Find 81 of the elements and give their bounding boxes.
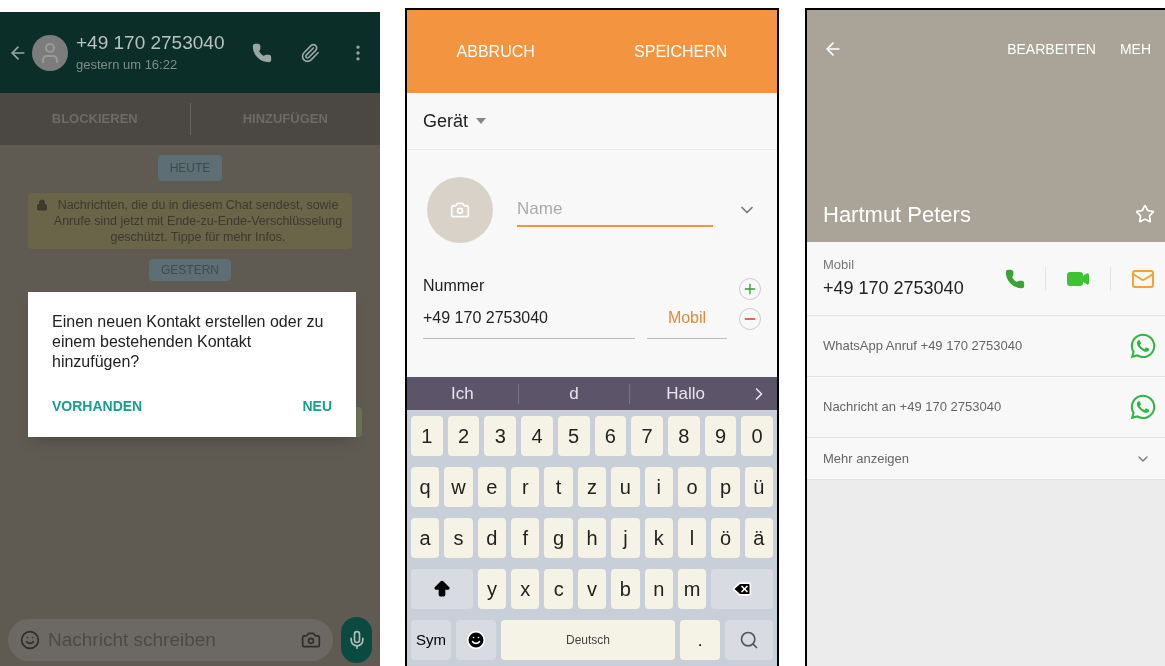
- key[interactable]: x: [511, 569, 540, 610]
- space-key[interactable]: Deutsch: [501, 620, 675, 661]
- emoji-icon[interactable]: [20, 630, 40, 650]
- detail-row[interactable]: Nachricht an +49 170 2753040: [807, 377, 1165, 438]
- shift-icon: [431, 579, 452, 600]
- key[interactable]: h: [577, 517, 607, 558]
- dialog-message: Einen neuen Kontakt erstellen oder zu einem bestehenden Kontakt hinzufügen?: [52, 312, 325, 372]
- key[interactable]: g: [544, 517, 573, 558]
- search-key[interactable]: [725, 620, 773, 661]
- key[interactable]: ü: [744, 466, 773, 507]
- key[interactable]: 6: [594, 415, 627, 456]
- camera-icon[interactable]: [301, 630, 321, 650]
- key[interactable]: e: [477, 466, 507, 507]
- star-icon[interactable]: [1135, 204, 1155, 224]
- key[interactable]: 3: [484, 415, 517, 456]
- key[interactable]: 2: [447, 415, 480, 456]
- contact-number: +49 170 2753040: [76, 30, 226, 55]
- key[interactable]: 9: [704, 415, 737, 456]
- lock-icon: [36, 199, 48, 211]
- key[interactable]: n: [644, 569, 673, 610]
- caret-icon: [476, 118, 487, 124]
- key[interactable]: q: [411, 466, 440, 507]
- shift-key[interactable]: [411, 569, 473, 610]
- suggestion[interactable]: Hallo: [630, 380, 741, 407]
- avatar: [32, 34, 68, 71]
- key[interactable]: r: [511, 466, 540, 507]
- whatsapp-icon[interactable]: [1129, 393, 1157, 421]
- phone-number: +49 170 2753040: [823, 276, 965, 300]
- key[interactable]: s: [444, 517, 473, 558]
- suggestion[interactable]: Ich: [407, 380, 518, 407]
- number-label: Mobil: [823, 256, 856, 275]
- row-label: Nachricht an +49 170 2753040: [823, 398, 1003, 417]
- search-icon: [739, 630, 759, 651]
- emoji-key[interactable]: [456, 620, 496, 661]
- key[interactable]: p: [711, 466, 740, 507]
- key[interactable]: 0: [741, 415, 773, 456]
- key[interactable]: u: [611, 466, 640, 507]
- key[interactable]: a: [411, 517, 440, 558]
- period-key[interactable]: .: [680, 620, 720, 661]
- row-label: WhatsApp Anruf +49 170 2753040: [823, 337, 1024, 356]
- key[interactable]: b: [611, 569, 640, 610]
- key[interactable]: i: [644, 466, 673, 507]
- key[interactable]: t: [544, 466, 573, 507]
- name-field[interactable]: Name: [517, 193, 713, 227]
- key[interactable]: 4: [521, 415, 553, 456]
- backspace-key[interactable]: [711, 569, 773, 610]
- detail-row[interactable]: WhatsApp Anruf +49 170 2753040: [807, 316, 1165, 377]
- phone-icon[interactable]: [252, 42, 272, 63]
- emoji-icon: [466, 630, 486, 651]
- contact-name: Hartmut Peters: [823, 200, 972, 229]
- key[interactable]: z: [577, 466, 607, 507]
- key[interactable]: k: [644, 517, 673, 558]
- number-field[interactable]: +49 170 2753040: [423, 302, 635, 339]
- row-label: Mehr anzeigen: [823, 449, 910, 468]
- whatsapp-icon[interactable]: [1129, 332, 1157, 360]
- storage-dropdown[interactable]: Gerät: [407, 93, 777, 150]
- mic-button[interactable]: [341, 617, 372, 663]
- key[interactable]: j: [611, 517, 640, 558]
- phone-icon[interactable]: [1005, 268, 1025, 289]
- key[interactable]: ö: [711, 517, 740, 558]
- key[interactable]: 5: [557, 415, 590, 456]
- key[interactable]: ä: [744, 517, 773, 558]
- camera-icon: [450, 200, 470, 220]
- field-label: Nummer: [423, 276, 486, 296]
- detail-row[interactable]: Mehr anzeigen: [807, 438, 1165, 480]
- key[interactable]: y: [477, 569, 507, 610]
- key[interactable]: c: [544, 569, 573, 610]
- key[interactable]: m: [677, 569, 707, 610]
- last-seen: gestern um 16:22: [76, 55, 179, 74]
- key[interactable]: d: [477, 517, 507, 558]
- key[interactable]: o: [677, 466, 707, 507]
- key[interactable]: 7: [631, 415, 663, 456]
- key[interactable]: f: [511, 517, 540, 558]
- key[interactable]: v: [577, 569, 607, 610]
- key[interactable]: l: [677, 517, 707, 558]
- key[interactable]: 8: [667, 415, 700, 456]
- paperclip-icon[interactable]: [300, 42, 320, 63]
- key[interactable]: 1: [411, 415, 443, 456]
- key[interactable]: w: [444, 466, 473, 507]
- suggestion[interactable]: d: [518, 380, 630, 407]
- sym-key[interactable]: Sym: [411, 620, 451, 661]
